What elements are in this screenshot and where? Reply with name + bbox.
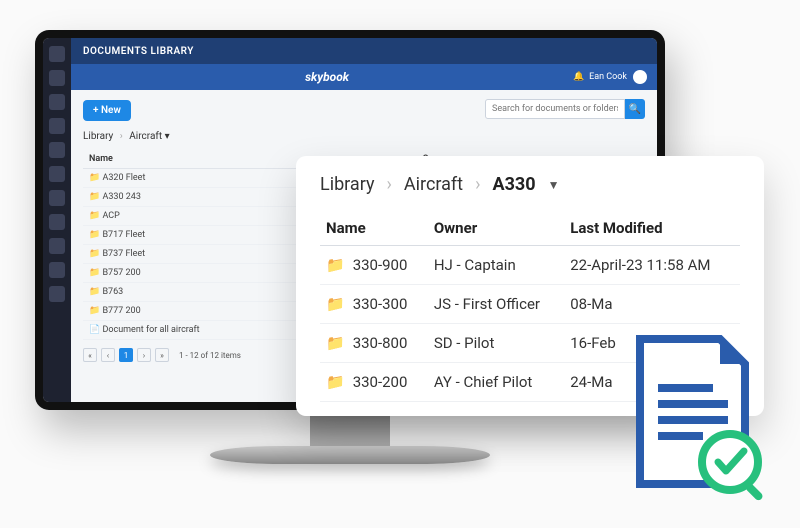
pager-summary: 1 - 12 of 12 items: [179, 351, 241, 360]
row-name: B763: [102, 287, 123, 297]
sidebar-icon[interactable]: [49, 286, 65, 302]
sidebar-icon[interactable]: [49, 166, 65, 182]
chevron-right-icon: ›: [387, 174, 392, 195]
monitor-base: [210, 446, 490, 464]
folder-icon: 📁: [326, 256, 345, 274]
table-row[interactable]: 📁 330-300 JS - First Officer08-Ma: [320, 285, 740, 324]
folder-icon: 📁: [89, 192, 100, 202]
folder-icon: 📁: [89, 211, 100, 221]
folder-icon: 📁: [326, 334, 345, 352]
avatar[interactable]: [633, 70, 647, 84]
table-row[interactable]: 📁 330-900 HJ - Captain22-April-23 11:58 AM: [320, 246, 740, 285]
row-owner: SD - Pilot: [428, 324, 564, 363]
row-owner: JS - First Officer: [428, 285, 564, 324]
breadcrumb: Library › Aircraft: [83, 131, 645, 142]
sidebar-icon[interactable]: [49, 238, 65, 254]
row-name: 330-200: [353, 373, 408, 391]
crumb-mid[interactable]: Aircraft: [404, 174, 463, 195]
col-owner[interactable]: Owner: [428, 211, 564, 246]
folder-icon: 📁: [326, 295, 345, 313]
row-name: A320 Fleet: [102, 173, 145, 183]
pager-prev[interactable]: ‹: [101, 348, 115, 362]
crumb-current[interactable]: Aircraft: [129, 131, 169, 142]
folder-icon: 📁: [89, 306, 100, 316]
document-icon: 📄: [89, 325, 100, 335]
sidebar-icon[interactable]: [49, 46, 65, 62]
row-name: ACP: [102, 211, 119, 221]
bell-icon[interactable]: 🔔: [573, 72, 583, 82]
row-modified: 22-April-23 11:58 AM: [564, 246, 740, 285]
brand-logo: skybook: [305, 70, 349, 84]
sidebar-icon[interactable]: [49, 142, 65, 158]
row-name: 330-300: [353, 295, 408, 313]
row-owner: HJ - Captain: [428, 246, 564, 285]
user-name: Ean Cook: [589, 72, 627, 82]
folder-icon: 📁: [89, 268, 100, 278]
crumb-root[interactable]: Library: [320, 174, 375, 195]
folder-icon: 📁: [326, 373, 345, 391]
chevron-right-icon: ›: [475, 174, 480, 195]
row-owner: AY - Chief Pilot: [428, 363, 564, 402]
new-button[interactable]: + New: [83, 100, 131, 121]
left-sidebar[interactable]: [43, 38, 71, 402]
folder-icon: 📁: [89, 287, 100, 297]
folder-icon: 📁: [89, 249, 100, 259]
chevron-right-icon: ›: [120, 131, 123, 142]
row-name: B737 Fleet: [102, 249, 145, 259]
row-name: B757 200: [102, 268, 140, 278]
pager-first[interactable]: «: [83, 348, 97, 362]
popout-breadcrumb: Library › Aircraft › A330 ▼: [320, 174, 740, 195]
app-topbar: skybook 🔔 Ean Cook: [71, 64, 657, 90]
col-modified[interactable]: Last Modified: [564, 211, 740, 246]
folder-icon: 📁: [89, 173, 100, 183]
row-name: 330-900: [353, 256, 408, 274]
crumb-root[interactable]: Library: [83, 131, 113, 142]
sidebar-icon[interactable]: [49, 214, 65, 230]
document-verified-icon: [620, 334, 770, 504]
search-button[interactable]: 🔍: [625, 99, 645, 119]
sidebar-icon[interactable]: [49, 70, 65, 86]
row-name: A330 243: [102, 192, 140, 202]
sidebar-icon[interactable]: [49, 94, 65, 110]
crumb-current[interactable]: A330: [492, 174, 535, 195]
row-name: 330-800: [353, 334, 408, 352]
folder-icon: 📁: [89, 230, 100, 240]
app-header: DOCUMENTS LIBRARY: [71, 38, 657, 64]
chevron-down-icon[interactable]: ▼: [548, 178, 560, 192]
pager-last[interactable]: »: [155, 348, 169, 362]
row-name: B717 Fleet: [102, 230, 145, 240]
col-name[interactable]: Name: [320, 211, 428, 246]
user-chip[interactable]: 🔔 Ean Cook: [573, 70, 647, 84]
pager-page[interactable]: 1: [119, 348, 133, 362]
pager-next[interactable]: ›: [137, 348, 151, 362]
search-box: 🔍: [485, 99, 645, 119]
row-modified: 08-Ma: [564, 285, 740, 324]
header-title: DOCUMENTS LIBRARY: [83, 46, 194, 57]
sidebar-icon[interactable]: [49, 118, 65, 134]
row-name: Document for all aircraft: [102, 325, 199, 335]
sidebar-icon[interactable]: [49, 190, 65, 206]
row-name: B777 200: [102, 306, 140, 316]
sidebar-icon[interactable]: [49, 262, 65, 278]
search-input[interactable]: [485, 99, 625, 119]
